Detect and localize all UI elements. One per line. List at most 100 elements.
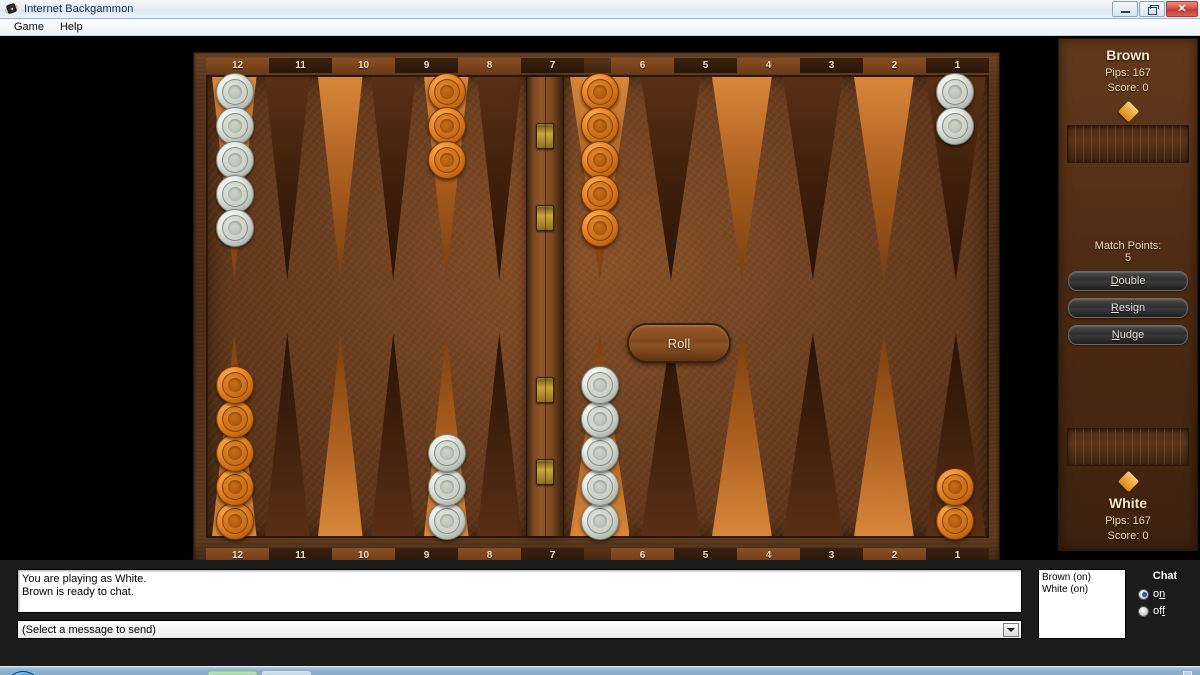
brown-checker[interactable]: [580, 107, 619, 145]
chevron-down-icon[interactable]: [1003, 623, 1019, 637]
double-button-label: Double: [1110, 274, 1146, 287]
white-checker[interactable]: [427, 502, 466, 540]
white-checker[interactable]: [580, 434, 619, 472]
board-point-6[interactable]: [564, 73, 635, 308]
checker-stack[interactable]: [208, 73, 261, 247]
board-point-6[interactable]: [564, 305, 635, 540]
board-point-11[interactable]: [261, 77, 314, 308]
board-point-12[interactable]: [208, 305, 261, 540]
tray-slot: [1116, 126, 1125, 162]
white-checker[interactable]: [215, 107, 254, 145]
brown-checker[interactable]: [215, 366, 254, 404]
brown-checker[interactable]: [427, 141, 466, 179]
window-controls: ✕: [1112, 1, 1198, 17]
point-triangle: [265, 77, 310, 281]
board-point-1[interactable]: [920, 73, 991, 308]
chat-message-select[interactable]: (Select a message to send): [17, 620, 1022, 639]
checker-stack[interactable]: [920, 73, 991, 145]
show-desktop-button[interactable]: [1183, 670, 1192, 675]
white-checker[interactable]: [427, 468, 466, 506]
brown-checker[interactable]: [215, 468, 254, 506]
white-checker[interactable]: [936, 107, 975, 145]
chat-log-line: Brown is ready to chat.: [22, 586, 134, 598]
quadrant-top-right: [564, 73, 991, 308]
close-button[interactable]: ✕: [1166, 1, 1198, 17]
brown-checker[interactable]: [215, 434, 254, 472]
checker-stack[interactable]: [208, 366, 261, 540]
board-point-10[interactable]: [314, 305, 367, 536]
nudge-button[interactable]: Nudge: [1068, 324, 1188, 345]
board-point-11[interactable]: [261, 305, 314, 536]
menu-game[interactable]: Game: [6, 20, 52, 34]
center-bar[interactable]: [526, 77, 564, 536]
white-checker[interactable]: [215, 209, 254, 247]
menu-help[interactable]: Help: [52, 20, 91, 34]
board-point-1[interactable]: [920, 305, 991, 540]
white-checker[interactable]: [427, 434, 466, 472]
white-bearoff-tray[interactable]: [1067, 428, 1189, 466]
board-point-3[interactable]: [778, 305, 849, 536]
white-checker[interactable]: [215, 141, 254, 179]
white-checker[interactable]: [580, 366, 619, 404]
white-checker[interactable]: [215, 175, 254, 213]
roll-button[interactable]: Roll: [627, 323, 731, 363]
checker-stack[interactable]: [564, 366, 635, 540]
white-checker[interactable]: [580, 400, 619, 438]
board-point-2[interactable]: [849, 305, 920, 536]
board-point-10[interactable]: [314, 77, 367, 308]
restore-button[interactable]: [1139, 1, 1165, 17]
window-titlebar: Internet Backgammon ✕: [0, 0, 1200, 19]
taskbar-backgammon[interactable]: [262, 671, 311, 675]
brown-checker[interactable]: [580, 73, 619, 111]
board-point-12[interactable]: [208, 73, 261, 308]
double-button[interactable]: Double: [1068, 270, 1188, 291]
brown-checker[interactable]: [215, 400, 254, 438]
tray-slot: [1181, 429, 1188, 465]
white-checker[interactable]: [215, 73, 254, 111]
point-triangle: [265, 332, 310, 536]
brown-checker[interactable]: [427, 107, 466, 145]
board-point-7[interactable]: [473, 305, 526, 536]
brown-checker[interactable]: [580, 141, 619, 179]
board-point-3[interactable]: [778, 77, 849, 308]
brown-bearoff-tray[interactable]: [1067, 125, 1189, 163]
white-checker[interactable]: [580, 468, 619, 506]
chat-on-radio[interactable]: on: [1134, 588, 1196, 600]
windows-taskbar: 11:38 AM 2/7/2015: [0, 666, 1200, 675]
point-triangle: [640, 332, 701, 536]
board-point-9[interactable]: [367, 305, 420, 536]
start-button[interactable]: [5, 671, 41, 675]
board-point-4[interactable]: [706, 77, 777, 308]
board-point-2[interactable]: [849, 77, 920, 308]
brown-checker[interactable]: [936, 502, 975, 540]
radio-off-icon: [1138, 605, 1149, 617]
checker-stack[interactable]: [420, 434, 473, 540]
taskbar-chrome[interactable]: [154, 671, 203, 675]
chat-message-select-value: (Select a message to send): [22, 623, 156, 636]
minimize-button[interactable]: [1112, 1, 1138, 17]
player-list[interactable]: Brown (on) White (on): [1038, 569, 1126, 639]
white-checker[interactable]: [936, 73, 975, 111]
checker-stack[interactable]: [420, 73, 473, 179]
brown-checker[interactable]: [427, 73, 466, 111]
brown-checker[interactable]: [580, 209, 619, 247]
taskbar-explorer[interactable]: [46, 671, 95, 675]
white-checker[interactable]: [580, 502, 619, 540]
board-point-9[interactable]: [367, 77, 420, 308]
resign-button[interactable]: Resign: [1068, 297, 1188, 318]
point-triangle: [477, 332, 522, 536]
checker-stack[interactable]: [920, 468, 991, 540]
tray-slot: [1133, 429, 1141, 465]
brown-checker[interactable]: [936, 468, 975, 506]
board-point-5[interactable]: [635, 77, 706, 308]
checker-stack[interactable]: [564, 73, 635, 247]
taskbar-media-player[interactable]: [100, 671, 149, 675]
board-point-8[interactable]: [420, 305, 473, 540]
point-number-gap: [584, 58, 611, 73]
brown-checker[interactable]: [215, 502, 254, 540]
chat-off-radio[interactable]: off: [1134, 605, 1196, 617]
board-point-7[interactable]: [473, 77, 526, 308]
brown-checker[interactable]: [580, 175, 619, 213]
taskbar-firefox[interactable]: [208, 671, 257, 675]
board-point-8[interactable]: [420, 73, 473, 308]
